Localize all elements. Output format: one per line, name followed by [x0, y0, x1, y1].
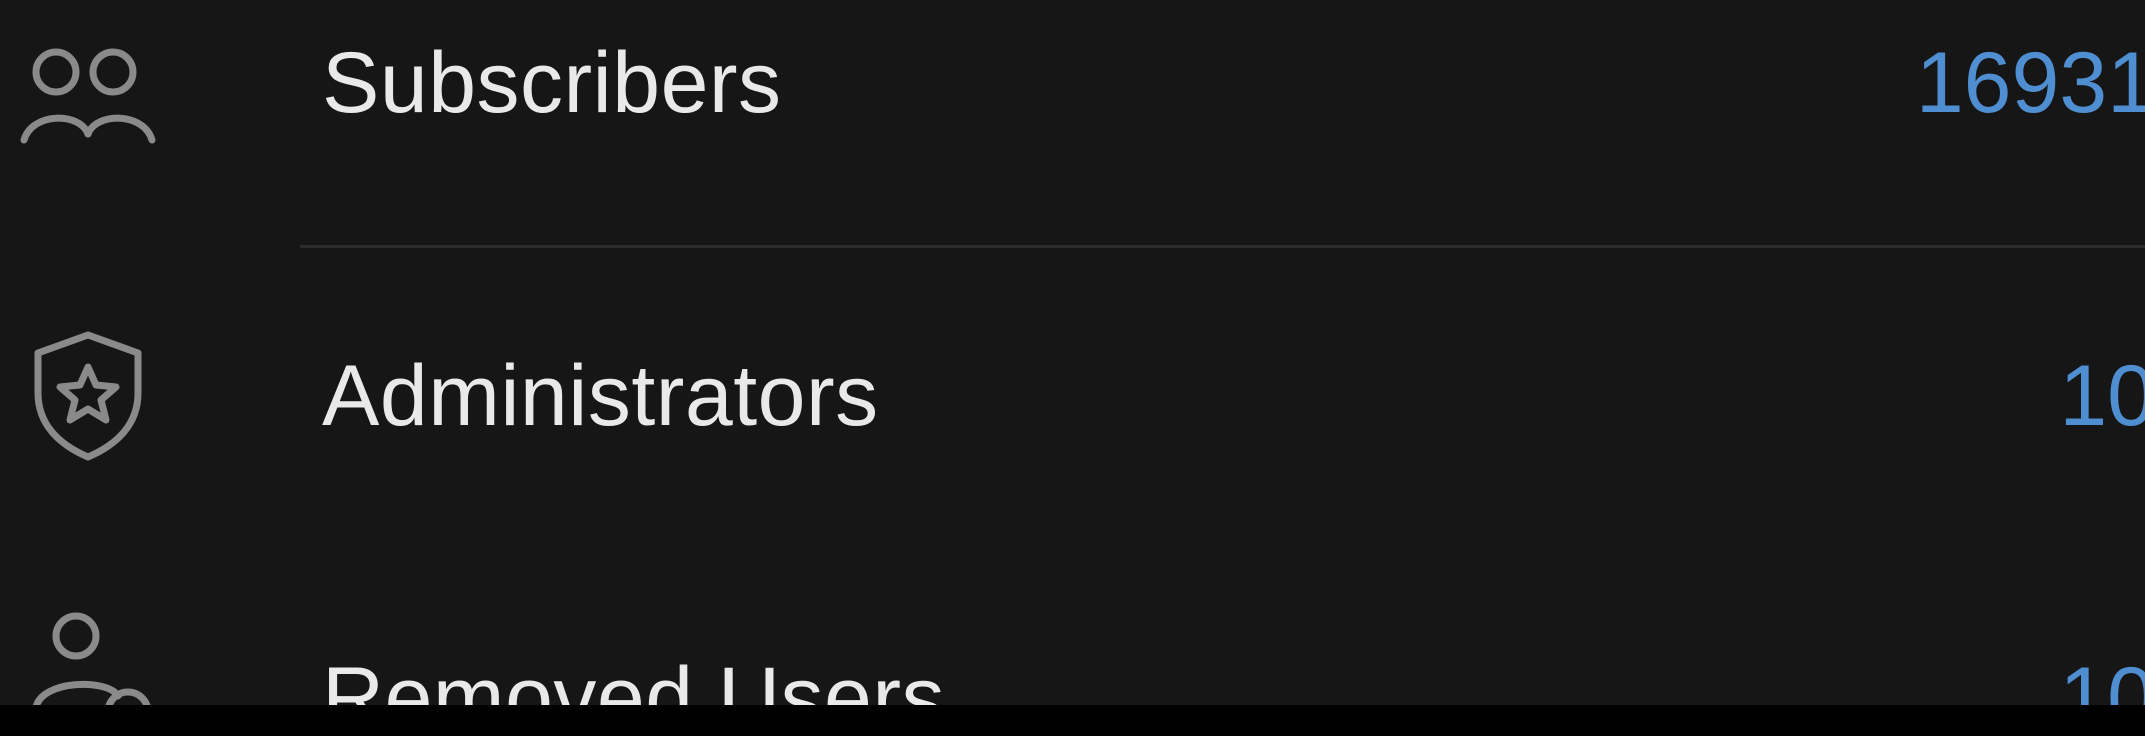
administrators-label: Administrators: [322, 348, 879, 444]
administrators-row[interactable]: Administrators 10: [0, 225, 2145, 461]
bottom-black-bar: [0, 705, 2145, 736]
subscribers-label: Subscribers: [322, 35, 782, 131]
removed-users-label: Removed Users: [322, 650, 946, 705]
shield-star-icon: [18, 325, 158, 465]
subscribers-count: 16931: [1915, 35, 2145, 131]
subscribers-icon: [18, 30, 158, 170]
removed-users-row[interactable]: Removed Users 10: [0, 520, 2145, 705]
administrators-count: 10: [2059, 348, 2145, 444]
removed-user-icon: [18, 600, 158, 705]
channel-members-list: Subscribers 16931 Administrators 10 Remo…: [0, 0, 2145, 705]
subscribers-row[interactable]: Subscribers 16931: [0, 0, 2145, 210]
removed-users-count: 10: [2059, 650, 2145, 705]
